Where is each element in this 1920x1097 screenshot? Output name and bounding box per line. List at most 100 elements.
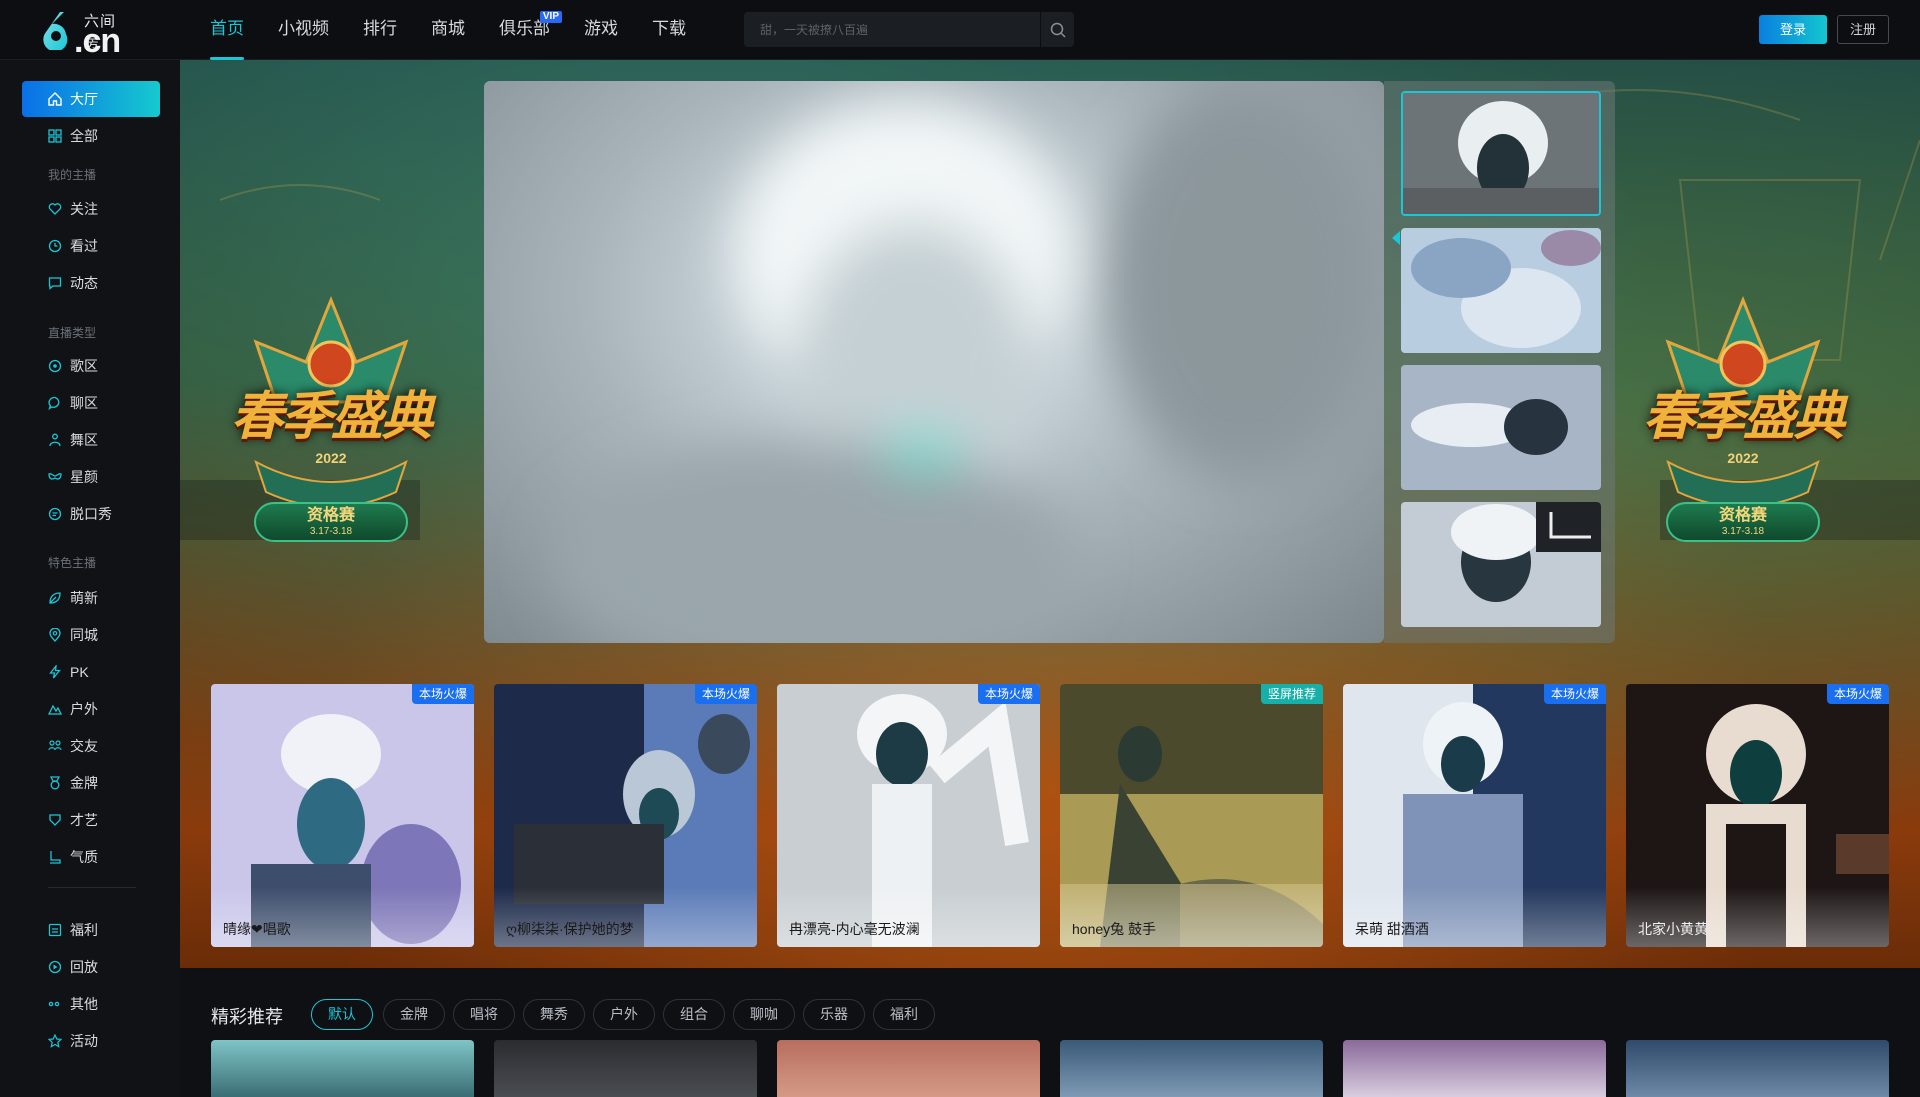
stream-card[interactable]: 本场火爆 北家小黄黄 (1626, 684, 1889, 947)
featured-card[interactable] (494, 1040, 757, 1097)
nav-games[interactable]: 游戏 (584, 0, 618, 60)
sidebar-item-label: 金牌 (70, 775, 98, 791)
stream-thumbnail[interactable] (1401, 365, 1601, 490)
emblem-dates: 3.17-3.18 (309, 526, 353, 537)
nav-home[interactable]: 首页 (210, 0, 244, 60)
filter-instrument[interactable]: 乐器 (803, 999, 865, 1030)
message-icon (48, 277, 62, 290)
search-icon (1050, 22, 1066, 38)
vip-badge: VIP (539, 11, 562, 23)
sidebar-item-follow[interactable]: 关注 (22, 192, 160, 226)
sidebar-item-label: 活动 (70, 1033, 98, 1049)
featured-card[interactable] (211, 1040, 474, 1097)
live-video-player[interactable] (484, 81, 1384, 643)
sidebar-item-hall[interactable]: 大厅 (22, 81, 160, 117)
music-icon (48, 359, 62, 373)
site-logo[interactable]: 六间房 .cn (38, 8, 130, 60)
filter-default[interactable]: 默认 (311, 999, 373, 1030)
search-input[interactable] (744, 12, 1040, 47)
emblem-qualifier-badge: 资格赛 3.17-3.18 (254, 502, 408, 542)
emblem-title: 春季盛典 (230, 388, 433, 446)
featured-card[interactable] (1343, 1040, 1606, 1097)
location-icon (49, 628, 61, 642)
card-name: ღ柳柒柒·保护她的梦 (506, 921, 634, 937)
filter-dance[interactable]: 舞秀 (523, 999, 585, 1030)
card-name: 晴缘❤唱歌 (223, 921, 291, 937)
nav-mall[interactable]: 商城 (431, 0, 465, 60)
sidebar-item-label: 舞区 (70, 432, 98, 448)
stream-card[interactable]: 本场火爆 呆萌 甜酒酒 (1343, 684, 1606, 947)
search-box (744, 12, 1074, 47)
nav-club[interactable]: 俱乐部 VIP (499, 0, 562, 60)
gift-icon (48, 923, 62, 937)
card-tag: 本场火爆 (694, 684, 757, 704)
sidebar-item-social[interactable]: 交友 (22, 729, 160, 763)
grid-icon (48, 129, 62, 143)
emblem-year: 2022 (315, 450, 347, 466)
sidebar-item-local[interactable]: 同城 (22, 618, 160, 652)
featured-card[interactable] (1060, 1040, 1323, 1097)
nav-short-video[interactable]: 小视频 (278, 0, 329, 60)
sidebar-item-pk[interactable]: PK (22, 655, 160, 689)
left-event-emblem[interactable]: 春季盛典 2022 资格赛 3.17-3.18 (196, 292, 466, 562)
search-button[interactable] (1040, 12, 1074, 47)
sidebar-item-gold[interactable]: 金牌 (22, 766, 160, 800)
sidebar-item-label: 看过 (70, 238, 98, 254)
stream-card[interactable]: 竖屏推荐 honey兔 鼓手 (1060, 684, 1323, 947)
emblem-qualifier: 资格赛 (306, 507, 355, 524)
stream-thumbnail[interactable] (1401, 228, 1601, 353)
featured-card[interactable] (777, 1040, 1040, 1097)
sidebar-item-all[interactable]: 全部 (22, 119, 160, 153)
register-button[interactable]: 注册 (1837, 15, 1889, 44)
sidebar-item-outdoor[interactable]: 户外 (22, 692, 160, 726)
stream-thumbnail[interactable] (1401, 91, 1601, 216)
sidebar-item-talent[interactable]: 才艺 (22, 803, 160, 837)
right-event-emblem[interactable]: 春季盛典 2022 资格赛 3.17-3.18 (1608, 292, 1878, 562)
card-name: honey兔 鼓手 (1072, 921, 1157, 937)
featured-card[interactable] (1626, 1040, 1889, 1097)
card-name: 北家小黄黄 (1638, 921, 1708, 937)
sidebar-item-label: 关注 (70, 201, 98, 217)
filter-welfare[interactable]: 福利 (873, 999, 935, 1030)
sidebar-item-watched[interactable]: 看过 (22, 229, 160, 263)
sidebar-item-events[interactable]: 活动 (22, 1024, 160, 1058)
sidebar: 大厅 全部 我的主播 关注 看过 动态 直播类型 歌区 聊区 舞区 星颜 脱口秀… (0, 60, 180, 1097)
sidebar-item-sing[interactable]: 歌区 (22, 349, 160, 383)
thumbnail-image (1403, 93, 1599, 214)
sidebar-item-newbie[interactable]: 萌新 (22, 581, 160, 615)
sidebar-item-label: 气质 (70, 849, 98, 865)
sidebar-item-label: 交友 (70, 738, 98, 754)
emblem-dates: 3.17-3.18 (1721, 526, 1765, 537)
sidebar-item-feed[interactable]: 动态 (22, 266, 160, 300)
filter-singer[interactable]: 唱将 (453, 999, 515, 1030)
nav-ranking[interactable]: 排行 (363, 0, 397, 60)
sidebar-item-beauty[interactable]: 星颜 (22, 460, 160, 494)
logo-text-bottom: .cn (74, 22, 121, 60)
sidebar-item-chat[interactable]: 聊区 (22, 386, 160, 420)
main-nav: 首页 小视频 排行 商城 俱乐部 VIP 游戏 下载 (210, 0, 720, 60)
stream-thumbnail[interactable] (1401, 502, 1601, 627)
sidebar-item-elegance[interactable]: 气质 (22, 840, 160, 874)
thumbnail-image (1401, 502, 1601, 627)
stream-card[interactable]: 本场火爆 ღ柳柒柒·保护她的梦 (494, 684, 757, 947)
login-button[interactable]: 登录 (1759, 15, 1827, 44)
mountain-icon (48, 704, 62, 715)
sidebar-item-label: 全部 (70, 128, 98, 144)
filter-group[interactable]: 组合 (663, 999, 725, 1030)
sidebar-item-label: 回放 (70, 959, 98, 975)
sidebar-item-label: 其他 (70, 996, 98, 1012)
filter-outdoor[interactable]: 户外 (593, 999, 655, 1030)
sidebar-item-talkshow[interactable]: 脱口秀 (22, 497, 160, 531)
sidebar-item-other[interactable]: 其他 (22, 987, 160, 1021)
palette-icon (49, 814, 61, 826)
nav-download[interactable]: 下载 (652, 0, 686, 60)
filter-chat[interactable]: 聊咖 (733, 999, 795, 1030)
filter-gold[interactable]: 金牌 (383, 999, 445, 1030)
sidebar-item-welfare[interactable]: 福利 (22, 913, 160, 947)
sidebar-item-replay[interactable]: 回放 (22, 950, 160, 984)
sidebar-item-label: 动态 (70, 275, 98, 291)
sidebar-item-dance[interactable]: 舞区 (22, 423, 160, 457)
emblem-year: 2022 (1727, 450, 1759, 466)
stream-card[interactable]: 本场火爆 冉漂亮-内心毫无波澜 (777, 684, 1040, 947)
stream-card[interactable]: 本场火爆 晴缘❤唱歌 (211, 684, 474, 947)
